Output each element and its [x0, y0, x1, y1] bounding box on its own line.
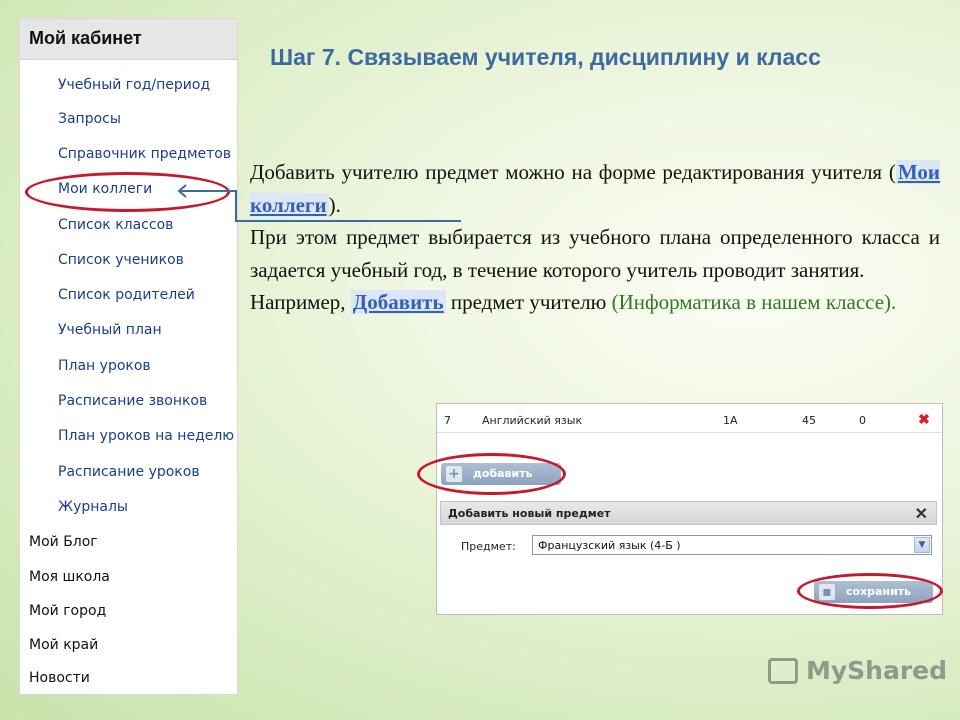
sidebar-item-student-list[interactable]: Список учеников: [58, 252, 184, 268]
instruction-text: Добавить учителю предмет можно на форме …: [250, 156, 940, 319]
row-number: 7: [444, 414, 451, 427]
sidebar-header: Мой кабинет: [20, 19, 237, 60]
sidebar-item-academic-year[interactable]: Учебный год/период: [58, 77, 210, 93]
watermark-logo: MyShared: [806, 656, 948, 685]
text-span: предмет учителю: [445, 290, 612, 314]
delete-icon[interactable]: ✖: [917, 412, 931, 426]
sidebar-item-requests[interactable]: Запросы: [58, 111, 121, 127]
add-link[interactable]: Добавить: [350, 290, 446, 314]
arrow-head-icon: [177, 184, 187, 198]
row-hours: 45: [802, 414, 816, 427]
connector-arrow-line: [235, 190, 237, 222]
sidebar-item-my-blog[interactable]: Мой Блог: [29, 534, 98, 550]
sidebar-item-parent-list[interactable]: Список родителей: [58, 287, 195, 303]
paragraph-3: Например, Добавить предмет учителю (Инфо…: [250, 286, 940, 319]
dialog-title: Добавить новый предмет: [448, 507, 611, 520]
row-divider: [437, 432, 942, 433]
sidebar-item-class-list[interactable]: Список классов: [58, 217, 173, 233]
text-span: ).: [328, 192, 341, 217]
sidebar-item-curriculum[interactable]: Учебный план: [58, 322, 162, 338]
text-span: .: [891, 290, 897, 314]
sidebar-item-weekly-lesson-plan[interactable]: План уроков на неделю: [58, 428, 234, 444]
example-text: (Информатика в нашем классе): [611, 290, 892, 314]
page-title: Шаг 7. Связываем учителя, дисциплину и к…: [270, 44, 821, 70]
row-class: 1А: [723, 414, 738, 427]
text-span: Например,: [250, 290, 351, 314]
highlight-ellipse-my-colleagues: [25, 172, 230, 212]
chevron-down-icon[interactable]: ▼: [914, 537, 930, 553]
highlight-ellipse-save: [797, 573, 943, 609]
sidebar-item-subjects-directory[interactable]: Справочник предметов: [58, 146, 231, 162]
sidebar-item-lesson-plan[interactable]: План уроков: [58, 358, 151, 374]
sidebar-item-lesson-schedule[interactable]: Расписание уроков: [58, 464, 200, 480]
highlight-ellipse-add: [417, 453, 566, 495]
sidebar-item-my-city[interactable]: Мой город: [29, 603, 106, 619]
subject-field-label: Предмет:: [461, 540, 516, 553]
sidebar-item-news[interactable]: Новости: [29, 670, 90, 686]
sidebar-item-journals[interactable]: Журналы: [58, 499, 128, 515]
text-span: Добавить учителю предмет можно на форме …: [250, 160, 896, 184]
sidebar-item-my-region[interactable]: Мой край: [29, 637, 98, 653]
subject-select-value: Французский язык (4-Б ): [538, 539, 681, 552]
dialog-header: Добавить новый предмет ✕: [440, 501, 937, 525]
close-icon[interactable]: ✕: [915, 504, 928, 524]
myshared-logo-icon: [768, 658, 798, 684]
paragraph-1: Добавить учителю предмет можно на форме …: [250, 156, 940, 221]
row-subject: Английский язык: [482, 414, 583, 427]
paragraph-2: При этом предмет выбирается из учебного …: [250, 225, 940, 282]
sidebar: Мой кабинет Учебный год/период Запросы С…: [19, 18, 238, 695]
subject-select[interactable]: Французский язык (4-Б ) ▼: [532, 535, 932, 555]
sidebar-item-bell-schedule[interactable]: Расписание звонков: [58, 393, 207, 409]
sidebar-item-my-school[interactable]: Моя школа: [29, 569, 110, 585]
row-extra: 0: [859, 414, 866, 427]
